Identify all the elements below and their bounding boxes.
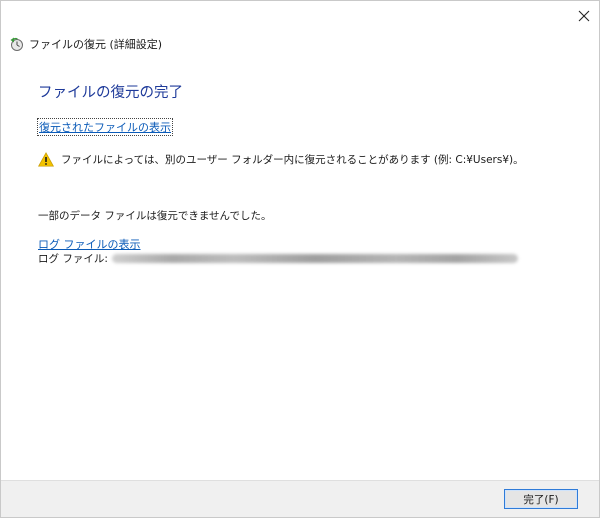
restore-files-icon bbox=[10, 37, 23, 51]
close-icon bbox=[578, 10, 590, 22]
log-file-row: ログ ファイル: bbox=[38, 251, 518, 266]
partial-failure-message: 一部のデータ ファイルは復元できませんでした。 bbox=[38, 210, 272, 222]
log-file-path-redacted bbox=[111, 254, 518, 263]
log-file-label: ログ ファイル: bbox=[38, 253, 108, 265]
window-title: ファイルの復元 (詳細設定) bbox=[29, 38, 163, 51]
warning-message: ファイルによっては、別のユーザー フォルダー内に復元されることがあります (例:… bbox=[61, 154, 524, 166]
footer-bar: 完了(F) bbox=[1, 480, 599, 517]
view-log-file-link[interactable]: ログ ファイルの表示 bbox=[38, 236, 141, 252]
title-bar: ファイルの復元 (詳細設定) bbox=[9, 34, 162, 54]
close-button[interactable] bbox=[569, 1, 599, 31]
dialog-window: ファイルの復元 (詳細設定) ファイルの復元の完了 復元されたファイルの表示 フ… bbox=[0, 0, 600, 518]
show-restored-files-link[interactable]: 復元されたファイルの表示 bbox=[37, 118, 173, 136]
warning-icon bbox=[38, 152, 54, 167]
page-heading: ファイルの復元の完了 bbox=[38, 85, 183, 101]
finish-button[interactable]: 完了(F) bbox=[504, 489, 578, 509]
warning-row: ファイルによっては、別のユーザー フォルダー内に復元されることがあります (例:… bbox=[38, 152, 524, 167]
